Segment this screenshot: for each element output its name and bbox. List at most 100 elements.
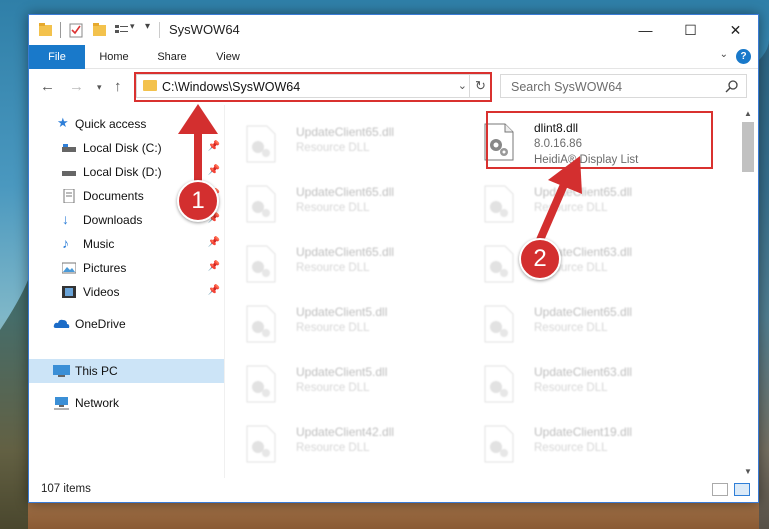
- sidebar-item-this-pc[interactable]: This PC: [29, 359, 224, 383]
- forward-arrow-icon[interactable]: →: [69, 78, 84, 95]
- sidebar-item-videos[interactable]: Videos 📌: [29, 280, 224, 304]
- pictures-icon: [62, 262, 76, 274]
- quick-access-dropdown-icon[interactable]: ▾: [145, 21, 150, 32]
- large-icons-view-icon[interactable]: [734, 483, 750, 496]
- title-bar: ▾ ▾ SysWOW64 — ☐ ✕: [29, 15, 758, 45]
- file-tile[interactable]: UpdateClient65.dll Resource DLL: [225, 235, 455, 289]
- file-name: UpdateClient65.dll: [296, 245, 395, 259]
- scroll-up-icon[interactable]: ▲: [738, 105, 758, 122]
- sidebar-item-label: Local Disk (C:): [83, 141, 162, 155]
- sidebar-item-label: OneDrive: [75, 317, 126, 331]
- dll-file-icon: [484, 305, 514, 343]
- file-tile[interactable]: UpdateClient5.dll Resource DLL: [225, 355, 455, 409]
- scrollbar-thumb[interactable]: [742, 122, 754, 172]
- file-tile[interactable]: UpdateClient65.dll Resource DLL: [225, 175, 455, 229]
- search-input[interactable]: Search SysWOW64: [500, 74, 747, 98]
- expand-ribbon-chevron-icon[interactable]: ⌄: [720, 49, 728, 60]
- pin-icon[interactable]: 📌: [208, 237, 220, 248]
- sidebar-item-onedrive[interactable]: OneDrive: [29, 312, 224, 336]
- details-view-icon[interactable]: [712, 483, 728, 496]
- drive-icon: [62, 171, 76, 176]
- tab-view[interactable]: View: [203, 45, 253, 69]
- pin-icon[interactable]: 📌: [208, 165, 220, 176]
- file-tile[interactable]: UpdateClient19.dll Resource DLL: [463, 415, 693, 469]
- file-name: UpdateClient42.dll: [296, 425, 395, 439]
- item-count: 107 items: [41, 483, 91, 495]
- sidebar-item-label: Network: [75, 396, 120, 410]
- search-icon: [725, 80, 738, 93]
- videos-icon: [62, 286, 76, 298]
- tab-home[interactable]: Home: [89, 45, 139, 69]
- address-bar-highlight: [134, 72, 492, 102]
- dll-file-icon: [246, 185, 276, 223]
- dll-file-icon: [484, 245, 514, 283]
- file-name: UpdateClient5.dll: [296, 365, 388, 379]
- file-description: Resource DLL: [534, 442, 608, 454]
- close-button[interactable]: ✕: [713, 15, 758, 45]
- file-name: UpdateClient19.dll: [534, 425, 633, 439]
- properties-icon[interactable]: [69, 22, 83, 38]
- drive-icon: [62, 144, 76, 152]
- sidebar-item-quick-access[interactable]: ★ Quick access: [29, 112, 224, 136]
- sidebar-item-local-disk-c[interactable]: Local Disk (C:) 📌: [29, 136, 224, 160]
- file-description: Resource DLL: [296, 142, 370, 154]
- folder-icon: [39, 23, 52, 36]
- dll-file-icon: [246, 365, 276, 403]
- download-icon: ↓: [62, 211, 69, 227]
- file-description: Resource DLL: [534, 202, 608, 214]
- vertical-scrollbar[interactable]: ▲ ▼: [738, 105, 758, 480]
- maximize-button[interactable]: ☐: [668, 15, 713, 45]
- sidebar-item-label: Documents: [83, 189, 144, 203]
- file-tile[interactable]: UpdateClient42.dll Resource DLL: [225, 415, 455, 469]
- sidebar-item-label: This PC: [75, 364, 118, 378]
- recent-locations-chevron-icon[interactable]: ▾: [97, 82, 102, 93]
- file-tile[interactable]: UpdateClient65.dll Resource DLL: [463, 295, 693, 349]
- pin-icon[interactable]: 📌: [208, 141, 220, 152]
- search-placeholder: Search SysWOW64: [511, 80, 623, 94]
- sidebar-item-label: Quick access: [75, 117, 147, 131]
- file-description: Resource DLL: [296, 262, 370, 274]
- customize-toolbar-chevron-icon[interactable]: ▾: [130, 21, 135, 32]
- pin-icon[interactable]: 📌: [208, 285, 220, 296]
- sidebar-item-music[interactable]: ♪ Music 📌: [29, 232, 224, 256]
- window-title: SysWOW64: [169, 22, 240, 37]
- star-icon: ★: [57, 115, 69, 130]
- navigation-pane: ★ Quick access Local Disk (C:) 📌 Local D…: [29, 105, 224, 480]
- file-tile[interactable]: UpdateClient63.dll Resource DLL: [463, 235, 693, 289]
- sidebar-item-label: Videos: [83, 285, 120, 299]
- step-marker-1: 1: [177, 180, 219, 222]
- file-tile[interactable]: UpdateClient5.dll Resource DLL: [225, 295, 455, 349]
- file-description: Resource DLL: [296, 202, 370, 214]
- sidebar-item-pictures[interactable]: Pictures 📌: [29, 256, 224, 280]
- file-description: Resource DLL: [534, 382, 608, 394]
- file-tile[interactable]: UpdateClient65.dll Resource DLL: [225, 115, 455, 169]
- sidebar-item-label: Local Disk (D:): [83, 165, 162, 179]
- up-arrow-icon[interactable]: ↑: [114, 78, 122, 95]
- minimize-button[interactable]: —: [623, 15, 668, 45]
- file-tile[interactable]: UpdateClient63.dll Resource DLL: [463, 355, 693, 409]
- list-view-icon[interactable]: [115, 22, 129, 38]
- file-name: UpdateClient65.dll: [296, 125, 395, 139]
- file-name: UpdateClient5.dll: [296, 305, 388, 319]
- file-name: UpdateClient65.dll: [534, 185, 633, 199]
- music-icon: ♪: [62, 235, 69, 251]
- file-highlight: [486, 111, 713, 169]
- back-arrow-icon[interactable]: ←: [40, 78, 55, 95]
- file-name: UpdateClient65.dll: [534, 305, 633, 319]
- sidebar-item-label: Pictures: [83, 261, 127, 275]
- dll-file-icon: [484, 425, 514, 463]
- file-description: Resource DLL: [296, 442, 370, 454]
- sidebar-item-label: Music: [83, 237, 115, 251]
- network-icon: [54, 397, 69, 410]
- cloud-icon: [53, 319, 70, 328]
- tab-share[interactable]: Share: [147, 45, 197, 69]
- dll-file-icon: [246, 125, 276, 163]
- documents-icon: [63, 189, 75, 203]
- new-folder-icon[interactable]: [93, 22, 107, 38]
- help-button[interactable]: ?: [736, 49, 751, 64]
- file-tile[interactable]: UpdateClient65.dll Resource DLL: [463, 175, 693, 229]
- dll-file-icon: [246, 425, 276, 463]
- pin-icon[interactable]: 📌: [208, 261, 220, 272]
- tab-file[interactable]: File: [29, 45, 85, 69]
- sidebar-item-network[interactable]: Network: [29, 391, 224, 415]
